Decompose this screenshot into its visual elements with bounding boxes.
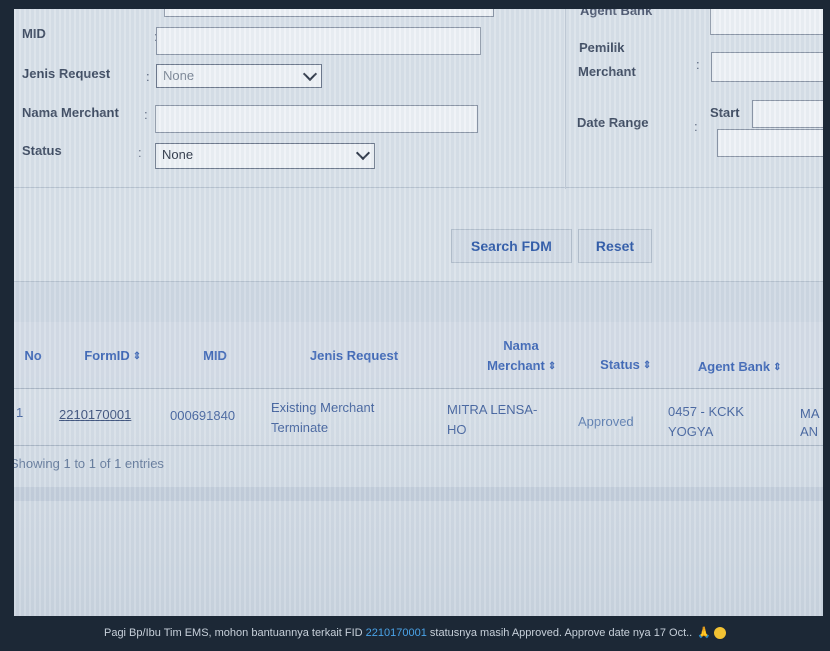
date-range-label: Date Range (577, 115, 649, 130)
agent-bank-input[interactable] (710, 9, 823, 35)
screen-photo: MID : Jenis Request : None Nama Merchant… (14, 9, 823, 616)
cell-nama-merchant-2: HO (447, 422, 467, 437)
smiling-face-icon (714, 627, 727, 640)
cell-jenis-request-1: Existing Merchant (271, 400, 375, 415)
cell-agent-bank-1: 0457 - KCKK (668, 404, 744, 419)
row-divider (14, 445, 823, 446)
status-label: Status (22, 143, 62, 158)
mid-label: MID (22, 26, 46, 41)
sort-icon[interactable]: ⇕ (643, 356, 651, 376)
date-end-input[interactable] (717, 129, 823, 157)
date-range-colon: : (694, 119, 698, 134)
caption-text-before: Pagi Bp/Ibu Tim EMS, mohon bantuannya te… (103, 627, 366, 639)
status-colon: : (138, 145, 142, 160)
nama-merchant-label: Nama Merchant (22, 105, 119, 120)
search-fdm-button[interactable]: Search FDM (451, 229, 572, 263)
cell-extra-1: MA (800, 406, 820, 421)
date-start-input[interactable] (752, 100, 823, 128)
filter-divider (14, 187, 823, 188)
status-select[interactable]: None (155, 143, 375, 169)
mid-input[interactable] (156, 27, 481, 55)
cell-mid: 000691840 (170, 408, 236, 423)
jenis-request-label: Jenis Request (22, 66, 111, 81)
table-toolbar-band (14, 282, 823, 322)
sort-icon[interactable]: ⇕ (773, 358, 781, 378)
col-header-status[interactable]: Status ⇕ (590, 355, 660, 376)
jenis-request-colon: : (146, 69, 150, 84)
col-header-formid[interactable]: FormID ⇕ (72, 346, 152, 367)
table-info: Showing 1 to 1 of 1 entries (14, 456, 164, 471)
col-header-agent-bank[interactable]: Agent Bank ⇕ (684, 357, 794, 378)
jenis-request-select[interactable]: None (156, 64, 322, 88)
sort-icon[interactable]: ⇕ (548, 357, 556, 377)
message-caption: Pagi Bp/Ibu Tim EMS, mohon bantuannya te… (0, 626, 830, 640)
pemilik-merchant-label-line1: Pemilik (579, 40, 625, 55)
nama-merchant-input[interactable] (155, 105, 478, 133)
pemilik-merchant-colon: : (696, 57, 700, 72)
col-header-no: No (24, 348, 42, 363)
header-divider (14, 388, 823, 389)
pemilik-merchant-input[interactable] (711, 52, 823, 82)
start-label: Start (710, 105, 740, 120)
cell-no: 1 (16, 405, 24, 420)
caption-fid-link[interactable]: 2210170001 (366, 627, 427, 639)
sort-icon[interactable]: ⇕ (133, 347, 141, 367)
caption-text-after: statusnya masih Approved. Approve date n… (426, 627, 693, 639)
folded-hands-icon: 🙏 (697, 627, 712, 639)
col-header-jenis-request: Jenis Request (309, 348, 399, 363)
chevron-down-icon (355, 145, 371, 161)
col-header-nama-merchant[interactable]: Nama Merchant ⇕ (466, 336, 576, 377)
cell-nama-merchant-1: MITRA LENSA- (447, 402, 538, 417)
column-divider (565, 9, 566, 189)
cell-jenis-request-2: Terminate (271, 420, 329, 435)
cell-agent-bank-2: YOGYA (668, 424, 714, 439)
top-partial-input[interactable] (164, 9, 494, 17)
table-bottom-band (14, 487, 823, 501)
pemilik-merchant-label-line2: Merchant (578, 64, 636, 79)
chevron-down-icon (302, 66, 318, 82)
col-header-mid: MID (203, 348, 227, 363)
agent-bank-label: Agent Bank (580, 9, 653, 18)
cell-extra-2: AN (800, 424, 819, 439)
status-value: None (162, 147, 194, 162)
reset-button[interactable]: Reset (578, 229, 652, 263)
cell-status: Approved (578, 414, 634, 429)
jenis-request-value: None (163, 68, 195, 83)
cell-formid-link[interactable]: 2210170001 (59, 405, 131, 425)
nama-merchant-colon: : (144, 107, 148, 122)
